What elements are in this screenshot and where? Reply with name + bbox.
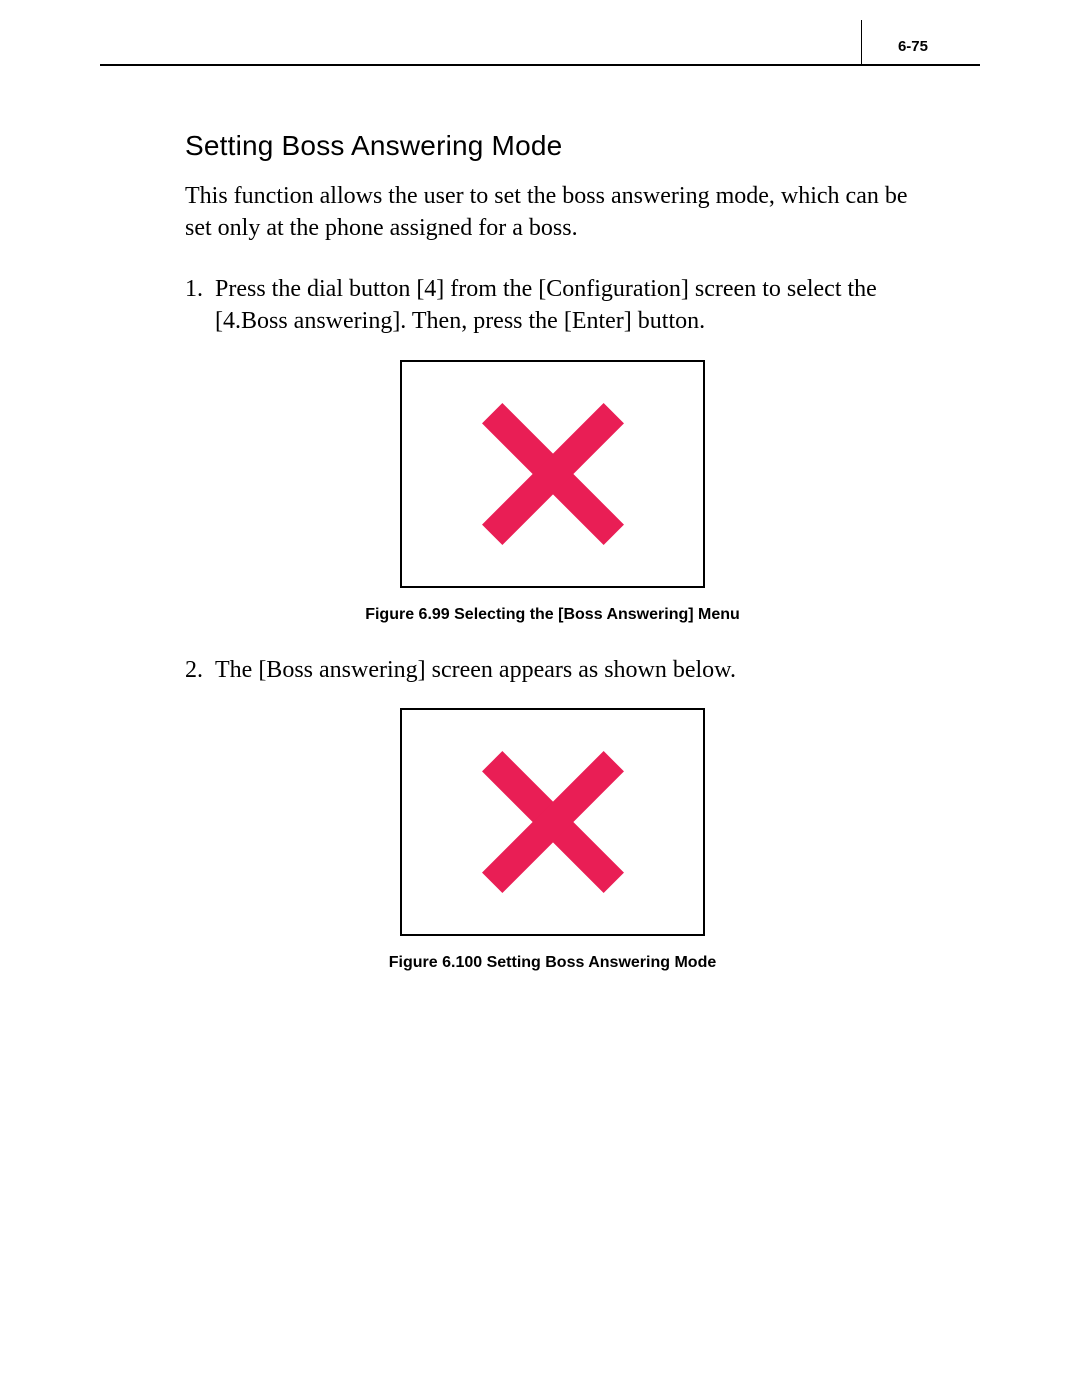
- section-intro: This function allows the user to set the…: [185, 180, 920, 245]
- header-divider: [861, 20, 862, 64]
- figure-caption: Figure 6.99 Selecting the [Boss Answerin…: [365, 606, 740, 624]
- figure-1: Figure 6.99 Selecting the [Boss Answerin…: [185, 360, 920, 624]
- step-number: 2.: [185, 654, 215, 686]
- missing-image-x-icon: [473, 742, 633, 902]
- page-header: 6-75: [100, 26, 980, 66]
- step-number: 1.: [185, 273, 215, 338]
- step-1: 1. Press the dial button [4] from the [C…: [185, 273, 920, 338]
- page-number: 6-75: [898, 38, 928, 55]
- figure-box: [400, 360, 705, 588]
- figure-box: [400, 708, 705, 936]
- missing-image-x-icon: [473, 394, 633, 554]
- header-rule: [100, 64, 980, 66]
- content-area: Setting Boss Answering Mode This functio…: [185, 130, 920, 1002]
- step-text: The [Boss answering] screen appears as s…: [215, 654, 920, 686]
- page: 6-75 Setting Boss Answering Mode This fu…: [0, 0, 1080, 1397]
- section-title: Setting Boss Answering Mode: [185, 130, 920, 162]
- step-2: 2. The [Boss answering] screen appears a…: [185, 654, 920, 686]
- figure-caption: Figure 6.100 Setting Boss Answering Mode: [389, 954, 716, 972]
- step-text: Press the dial button [4] from the [Conf…: [215, 273, 920, 338]
- figure-2: Figure 6.100 Setting Boss Answering Mode: [185, 708, 920, 972]
